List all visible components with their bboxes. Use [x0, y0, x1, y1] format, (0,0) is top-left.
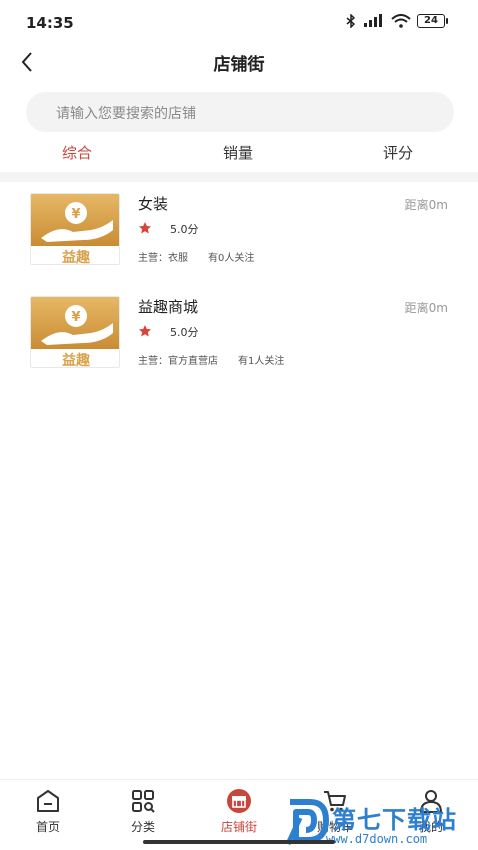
shop-icon	[227, 789, 251, 813]
category-grid-icon	[132, 790, 155, 813]
shop-followers: 有0人关注	[208, 253, 255, 264]
svg-text:¥: ¥	[71, 207, 80, 222]
home-indicator	[143, 840, 335, 844]
bluetooth-icon	[346, 14, 356, 28]
shop-main-business: 主营：衣服	[138, 253, 188, 264]
svg-text:¥: ¥	[71, 310, 80, 325]
shop-distance: 距离0m	[404, 301, 448, 315]
home-icon	[37, 790, 59, 812]
sort-tab-sales[interactable]: 销量	[223, 142, 253, 163]
shop-meta: 主营：官方直营店 有1人关注	[138, 352, 284, 367]
tab-label: 店铺街	[220, 820, 257, 834]
svg-text:益趣: 益趣	[62, 249, 91, 265]
shop-distance: 距离0m	[404, 198, 448, 212]
battery-level: 24	[417, 14, 445, 28]
tab-category[interactable]: 分类	[113, 788, 173, 835]
shop-meta: 主营：衣服 有0人关注	[138, 249, 254, 264]
wifi-icon	[391, 14, 411, 28]
tab-shop-street[interactable]: 店铺街	[209, 788, 269, 835]
shop-logo-image: ¥ 益趣	[31, 297, 119, 368]
watermark-url: www.d7down.com	[326, 832, 428, 846]
sort-tabs: 综合 销量 评分	[0, 140, 478, 168]
shop-name: 益趣商城	[138, 298, 199, 316]
shop-main-business: 主营：官方直营店	[138, 356, 218, 367]
d7-logo-icon	[286, 799, 329, 846]
search-placeholder: 请输入您要搜索的店铺	[56, 106, 196, 122]
sort-tab-rating[interactable]: 评分	[383, 142, 413, 163]
search-input[interactable]: 请输入您要搜索的店铺	[26, 92, 454, 132]
tab-label: 分类	[130, 820, 155, 834]
shop-rating: 5.0分	[170, 223, 199, 236]
shop-logo-image: ¥ 益趣	[31, 194, 119, 265]
nav-bar: 店铺街	[0, 42, 478, 82]
section-divider	[0, 172, 478, 182]
tab-label: 首页	[35, 820, 60, 834]
shop-logo: ¥ 益趣	[30, 193, 120, 265]
sort-tab-comprehensive[interactable]: 综合	[62, 142, 92, 163]
status-time: 14:35	[26, 14, 74, 32]
status-icons: 24	[345, 14, 448, 28]
shop-followers: 有1人关注	[238, 356, 285, 367]
shop-name: 女装	[138, 195, 169, 213]
tab-home[interactable]: 首页	[18, 788, 78, 835]
watermark-title: 第七下载站	[332, 806, 457, 834]
cellular-signal-icon	[364, 14, 382, 27]
status-bar: 14:35 24	[0, 0, 478, 46]
battery-icon: 24	[417, 14, 448, 28]
star-icon	[139, 325, 151, 337]
page-title: 店铺街	[213, 55, 265, 75]
shop-list-item[interactable]: ¥ 益趣 益趣商城 距离0m 5.0分 主营：官方直营店 有1人关注	[0, 286, 478, 376]
shop-logo: ¥ 益趣	[30, 296, 120, 368]
svg-text:益趣: 益趣	[62, 352, 91, 368]
star-icon	[139, 222, 151, 234]
shop-rating: 5.0分	[170, 326, 199, 339]
shop-list-item[interactable]: ¥ 益趣 女装 距离0m 5.0分 主营：衣服 有0人关注	[0, 183, 478, 273]
